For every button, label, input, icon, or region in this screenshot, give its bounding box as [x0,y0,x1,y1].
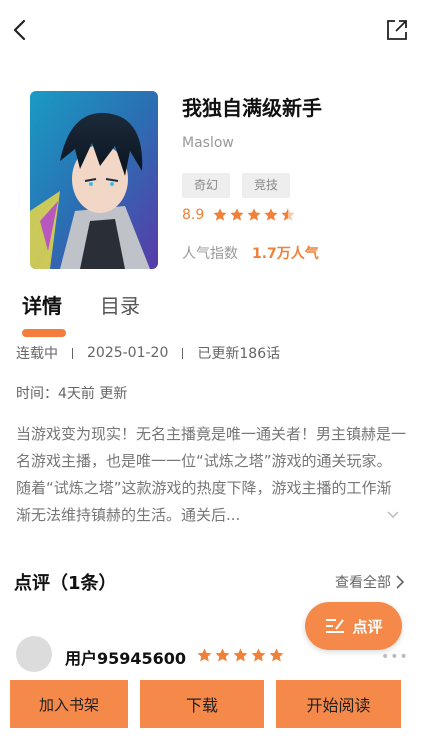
update-time: 时间：4天前 更新 [16,386,128,402]
review-user-name: 用户95945600 [65,649,187,668]
bottom-action-bar: 加入书架 下载 开始阅读 [0,680,421,740]
tab-active-indicator [22,329,66,337]
meta-row: 连载中 2025-01-20 已更新186话 [16,343,280,363]
tab-catalog[interactable]: 目录 [100,290,140,329]
star-icon [215,648,230,662]
download-button[interactable]: 下载 [140,680,264,728]
tab-details-label: 详情 [22,294,62,318]
rating-score: 8.9 [182,207,205,223]
view-all-label: 查看全部 [335,575,391,591]
back-arrow-icon[interactable] [10,18,32,42]
top-bar [0,0,421,60]
detail-tabs: 详情 目录 [22,290,178,337]
star-icon [213,208,227,221]
tag-competition[interactable]: 竞技 [242,173,291,198]
star-icon [197,648,212,662]
divider [72,347,73,359]
half-star-icon [281,208,295,221]
view-all-reviews-link[interactable]: 查看全部 [335,572,405,592]
star-icon [269,648,284,662]
edit-lines-icon [326,619,345,633]
release-date: 2025-01-20 [87,345,169,361]
divider [182,347,184,359]
star-icon [251,648,266,662]
tab-details[interactable]: 详情 [22,290,66,337]
expand-chevron-icon[interactable] [386,508,400,522]
add-to-shelf-button[interactable]: 加入书架 [10,680,128,728]
star-icon [230,208,244,221]
popularity-row: 人气指数 1.7万人气 [182,243,319,263]
chapter-count: 已更新186话 [197,346,281,362]
write-review-label: 点评 [352,617,383,636]
popularity-value: 1.7万人气 [252,246,319,262]
book-author: Maslow [182,135,234,151]
avatar[interactable] [16,636,52,672]
star-icon [264,208,278,221]
star-icon [247,208,261,221]
book-title: 我独自满级新手 [182,96,322,120]
tag-fantasy[interactable]: 奇幻 [182,173,231,198]
chevron-right-icon [396,575,405,589]
start-reading-button[interactable]: 开始阅读 [276,680,401,728]
book-description[interactable]: 当游戏变为现实！无名主播竟是唯一通关者！男主镇赫是一名游戏主播，也是唯一一位“试… [16,421,406,529]
review-stars [196,647,286,664]
reviews-title: 点评（1条） [14,573,117,594]
rating-row: 8.9 [182,207,297,223]
popularity-label: 人气指数 [182,246,238,262]
share-icon[interactable] [385,18,409,42]
write-review-button[interactable]: 点评 [305,602,402,650]
serial-status: 连载中 [16,346,58,362]
tag-list: 奇幻 竞技 [182,173,291,198]
book-cover [30,91,158,269]
more-options-icon[interactable]: ••• [381,649,409,665]
star-icon [233,648,248,662]
tab-catalog-label: 目录 [100,294,140,318]
